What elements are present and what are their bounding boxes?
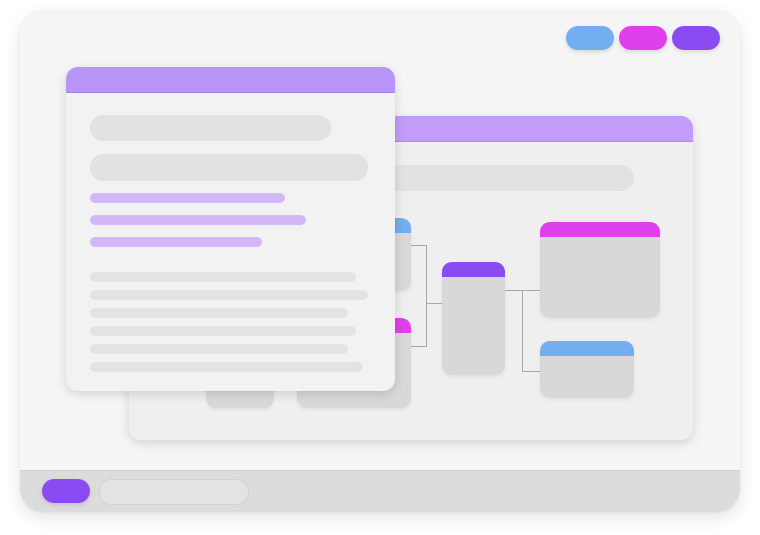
connector-line <box>426 245 427 347</box>
node-purple-center[interactable] <box>442 262 505 375</box>
connector-line <box>522 371 540 372</box>
document-heading-placeholder <box>90 115 331 141</box>
document-window[interactable] <box>66 67 395 391</box>
body-text-line <box>90 362 363 372</box>
document-window-titlebar[interactable] <box>66 67 395 93</box>
connector-line <box>426 303 443 304</box>
body-text-line <box>90 290 368 300</box>
highlighted-text-line <box>90 193 285 203</box>
dock-primary-button[interactable] <box>42 479 90 503</box>
node-header <box>442 262 505 277</box>
blue-pill-button[interactable] <box>566 26 614 50</box>
purple-pill-button[interactable] <box>672 26 720 50</box>
connector-line <box>522 290 523 372</box>
body-text-line <box>90 308 348 318</box>
magenta-pill-button[interactable] <box>619 26 667 50</box>
app-frame <box>20 10 740 512</box>
body-text-line <box>90 326 356 336</box>
highlighted-text-line <box>90 237 262 247</box>
body-text-line <box>90 344 348 354</box>
node-header <box>540 222 660 237</box>
node-header <box>540 341 634 356</box>
document-subheading-placeholder <box>90 154 368 181</box>
dock-search-input[interactable] <box>99 479 249 505</box>
node-magenta-right[interactable] <box>540 222 660 318</box>
node-blue-right[interactable] <box>540 341 634 398</box>
highlighted-text-line <box>90 215 306 225</box>
connector-line <box>411 245 427 246</box>
diagram-search-bar[interactable] <box>379 165 634 191</box>
body-text-line <box>90 272 356 282</box>
connector-line <box>411 346 427 347</box>
bottom-dock <box>20 470 740 512</box>
